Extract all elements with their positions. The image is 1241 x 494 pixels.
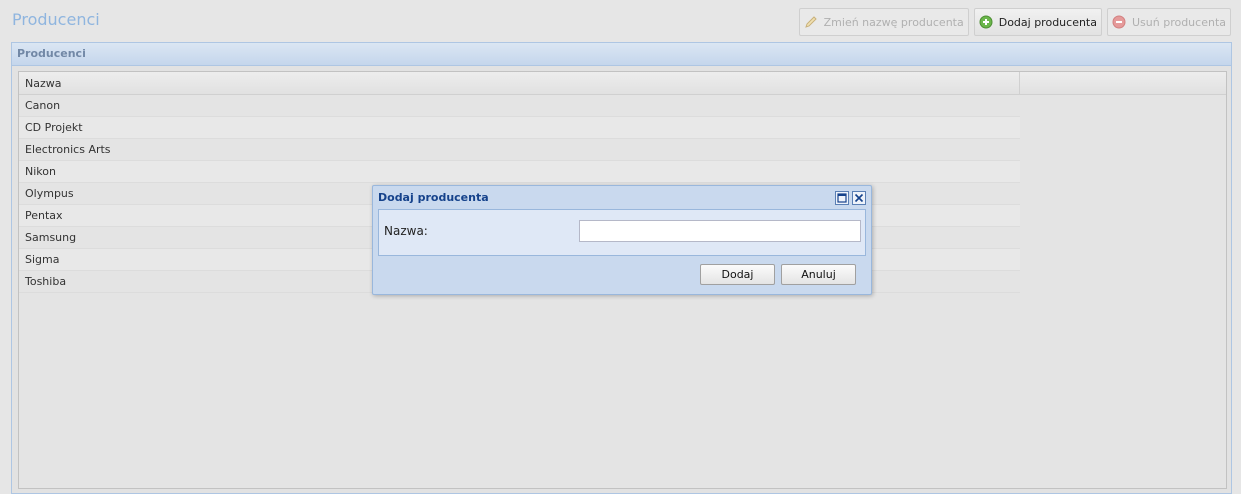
pencil-icon bbox=[804, 15, 818, 29]
delete-producer-label: Usuń producenta bbox=[1131, 15, 1226, 29]
page-title: Producenci bbox=[12, 10, 100, 29]
toolbar: Zmień nazwę producenta Dodaj producenta … bbox=[798, 8, 1231, 36]
delete-producer-button[interactable]: Usuń producenta bbox=[1106, 8, 1231, 36]
add-producer-label: Dodaj producenta bbox=[998, 15, 1097, 29]
cancel-button[interactable]: Anuluj bbox=[781, 264, 856, 285]
grid-header: Nazwa bbox=[19, 72, 1226, 95]
add-producer-dialog: Dodaj producenta Nazwa: Dodaj Anuluj bbox=[372, 185, 872, 295]
remove-icon bbox=[1112, 15, 1126, 29]
column-header-filler bbox=[1020, 72, 1226, 94]
column-header-name[interactable]: Nazwa bbox=[19, 72, 1020, 94]
rename-producer-label: Zmień nazwę producenta bbox=[823, 15, 964, 29]
dialog-form: Nazwa: bbox=[378, 209, 866, 256]
close-icon[interactable] bbox=[852, 190, 866, 205]
table-row[interactable]: Electronics Arts bbox=[19, 139, 1020, 161]
table-row[interactable]: CD Projekt bbox=[19, 117, 1020, 139]
name-field[interactable] bbox=[579, 220, 861, 242]
table-row[interactable]: Canon bbox=[19, 95, 1020, 117]
dialog-buttons: Dodaj Anuluj bbox=[700, 264, 856, 285]
dialog-title: Dodaj producenta bbox=[378, 191, 489, 204]
dialog-titlebar[interactable]: Dodaj producenta bbox=[373, 186, 871, 209]
add-button[interactable]: Dodaj bbox=[700, 264, 775, 285]
add-icon bbox=[979, 15, 993, 29]
add-producer-button[interactable]: Dodaj producenta bbox=[973, 8, 1102, 36]
maximize-icon[interactable] bbox=[835, 190, 849, 205]
rename-producer-button[interactable]: Zmień nazwę producenta bbox=[798, 8, 969, 36]
panel-title: Producenci bbox=[12, 43, 1231, 66]
table-row[interactable]: Nikon bbox=[19, 161, 1020, 183]
name-field-label: Nazwa: bbox=[384, 224, 428, 238]
